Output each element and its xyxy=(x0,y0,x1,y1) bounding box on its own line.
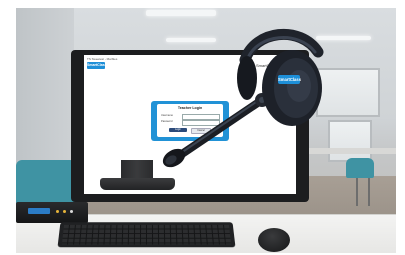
username-field[interactable] xyxy=(182,114,220,120)
ceiling-light xyxy=(146,10,216,16)
monitor-screen: TS Sweetest - Marbles SmartClass SmartCl… xyxy=(84,55,296,194)
device-led xyxy=(70,210,73,213)
login-form: Teacher Login Username Password Login Ca… xyxy=(157,104,223,137)
password-label: Password xyxy=(161,120,173,123)
device-display xyxy=(28,208,50,214)
keyboard-keys xyxy=(61,224,232,245)
window xyxy=(316,68,380,117)
password-field[interactable] xyxy=(182,120,220,126)
cancel-button[interactable]: Cancel xyxy=(191,128,211,134)
login-panel: Teacher Login Username Password Login Ca… xyxy=(151,101,229,141)
device-led xyxy=(63,210,66,213)
username-label: Username xyxy=(161,114,173,117)
login-button[interactable]: Login xyxy=(169,128,187,132)
classroom-scene: TS Sweetest - Marbles SmartClass SmartCl… xyxy=(16,8,396,253)
keyboard xyxy=(57,222,236,248)
chair-leg xyxy=(356,178,358,206)
ceiling-light xyxy=(166,38,216,42)
brand-logo: SmartClass xyxy=(87,62,107,69)
chair-leg xyxy=(368,178,370,206)
brand-text: SmartClass xyxy=(256,63,277,68)
window-title: TS Sweetest - Marbles xyxy=(87,57,118,61)
chair xyxy=(16,160,76,208)
chair xyxy=(346,158,374,178)
ceiling-light xyxy=(316,36,371,40)
device-led xyxy=(56,210,59,213)
window xyxy=(328,120,372,162)
mouse xyxy=(258,228,290,252)
media-device xyxy=(16,202,88,223)
login-heading: Teacher Login xyxy=(177,106,203,110)
monitor-base xyxy=(100,178,175,190)
